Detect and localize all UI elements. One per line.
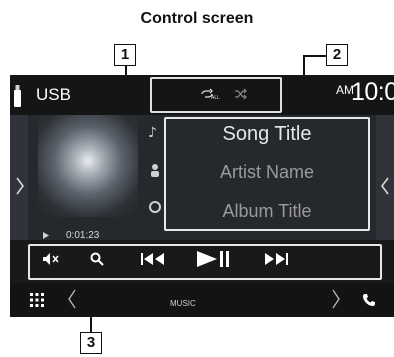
- page-left-icon[interactable]: [68, 289, 76, 309]
- callout-2: 2: [326, 44, 348, 66]
- callout-1: 1: [114, 44, 136, 66]
- head-unit-screen: USB ALL AM 10:00 ♪ Song Title Artist Nam…: [10, 75, 394, 317]
- clock-time: 10:00: [351, 78, 394, 106]
- artist-name: Artist Name: [219, 162, 315, 182]
- source-page-label: MUSIC: [170, 299, 196, 308]
- svg-text:ALL: ALL: [211, 95, 220, 100]
- chevron-left-icon: [381, 177, 389, 195]
- callout-2-leader-h: [303, 55, 326, 57]
- callout-3: 3: [80, 332, 102, 354]
- repeat-all-icon[interactable]: ALL: [200, 88, 220, 100]
- album-artwork[interactable]: [38, 115, 138, 217]
- previous-track-icon[interactable]: [140, 252, 166, 266]
- shuffle-icon[interactable]: [234, 88, 248, 100]
- svg-text:♪: ♪: [148, 125, 157, 141]
- usb-stick-icon: [14, 85, 21, 107]
- phone-icon[interactable]: [362, 293, 376, 307]
- grid-menu-icon[interactable]: [30, 293, 44, 307]
- play-pause-icon[interactable]: [196, 250, 230, 268]
- play-status-icon: [43, 232, 49, 239]
- info-labels-icons: ♪: [148, 125, 161, 213]
- song-title: Song Title: [222, 123, 312, 145]
- status-bar: USB ALL AM 10:00: [10, 75, 394, 115]
- next-track-icon[interactable]: [263, 252, 289, 266]
- chevron-right-icon: [16, 177, 24, 195]
- page-right-icon[interactable]: [332, 289, 340, 309]
- mute-icon[interactable]: [42, 252, 60, 266]
- figure-caption: Control screen: [140, 10, 254, 27]
- source-label: USB: [36, 85, 71, 104]
- search-icon[interactable]: [90, 252, 104, 266]
- album-title: Album Title: [222, 201, 312, 221]
